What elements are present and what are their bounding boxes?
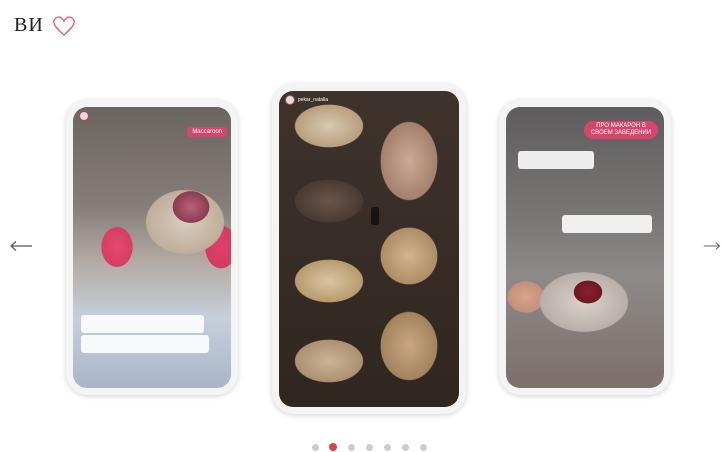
heart-outline-icon: [52, 15, 76, 37]
story-tag: ПРО МАКАРОН В СВОЕМ ЗАВЕДЕНИИ: [584, 121, 658, 139]
story-username: pekar_natalia: [298, 97, 329, 103]
story-caption: [81, 335, 209, 353]
story-profile: [79, 111, 89, 121]
arrow-left-icon: [10, 241, 32, 251]
story-profile: pekar_natalia: [285, 95, 328, 105]
carousel-prev-button[interactable]: [8, 234, 34, 258]
pagination-dot[interactable]: [347, 443, 355, 451]
avatar: [285, 95, 295, 105]
story-caption: [81, 315, 204, 333]
story-tag: Maccaroon: [187, 127, 227, 137]
pagination-dot[interactable]: [311, 443, 319, 451]
story-image-right: ПРО МАКАРОН В СВОЕМ ЗАВЕДЕНИИ: [506, 107, 664, 388]
story-card-left[interactable]: Maccaroon: [66, 100, 238, 395]
story-caption: [518, 151, 594, 169]
section-heading: ВИ: [14, 14, 76, 37]
pagination-dot[interactable]: [365, 443, 373, 451]
story-image-center: pekar_natalia: [279, 91, 459, 407]
story-card-right[interactable]: ПРО МАКАРОН В СВОЕМ ЗАВЕДЕНИИ: [499, 100, 671, 395]
pagination-dot-active[interactable]: [329, 443, 337, 451]
arrow-right-icon: [703, 242, 721, 250]
heading-text: ВИ: [14, 14, 44, 36]
story-card-center[interactable]: pekar_natalia: [272, 84, 466, 414]
pagination-dot[interactable]: [383, 443, 391, 451]
carousel-next-button[interactable]: [703, 234, 721, 258]
pagination-dot[interactable]: [401, 443, 409, 451]
avatar: [79, 111, 89, 121]
story-image-left: Maccaroon: [73, 107, 231, 388]
story-caption: [371, 207, 379, 225]
story-caption: [562, 215, 652, 233]
pagination-dot[interactable]: [419, 443, 427, 451]
